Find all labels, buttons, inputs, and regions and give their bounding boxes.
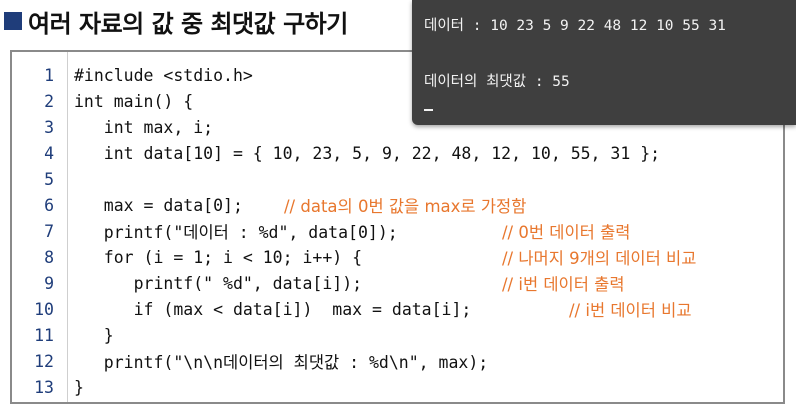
code-line-13: 13 }	[12, 374, 84, 400]
code-text: max = data[0];	[74, 195, 243, 215]
line-number: 8	[44, 247, 54, 267]
slide-title-text: 여러 자료의 값 중 최댓값 구하기	[28, 9, 348, 38]
code-text: printf("\n\n데이터의 최댓값 : %d\n", max);	[74, 353, 489, 372]
code-text: int main() {	[74, 91, 194, 111]
code-text: printf("데이터 : %d", data[0]);	[74, 223, 398, 242]
code-line-6: 6 max = data[0];	[12, 192, 243, 218]
line-number: 9	[44, 273, 54, 293]
line-number: 3	[44, 117, 54, 137]
code-comment: // 나머지 9개의 데이터 비교	[502, 249, 697, 268]
code-line-9: 9 printf(" %d", data[i]);	[12, 270, 362, 296]
code-line-12: 12 printf("\n\n데이터의 최댓값 : %d\n", max);	[12, 348, 488, 374]
code-text: for (i = 1; i < 10; i++) {	[74, 247, 363, 267]
code-line-1: 1 #include <stdio.h>	[12, 62, 253, 88]
console-output-line: 데이터의 최댓값 : 55	[424, 74, 570, 90]
line-number: 1	[44, 65, 54, 85]
code-line-8: 8 for (i = 1; i < 10; i++) {	[12, 244, 362, 270]
console-cursor	[424, 109, 433, 111]
code-line-2: 2 int main() {	[12, 88, 193, 114]
code-line-3: 3 int max, i;	[12, 114, 213, 140]
bullet-square-icon	[4, 12, 22, 30]
code-comment: // i번 데이터 비교	[569, 301, 692, 320]
code-comment: // 0번 데이터 출력	[502, 223, 631, 242]
line-number: 2	[44, 91, 54, 111]
code-line-10: 10 if (max < data[i]) max = data[i];	[12, 296, 471, 322]
code-text: #include <stdio.h>	[74, 65, 253, 85]
code-text: }	[74, 325, 114, 345]
code-text: int max, i;	[74, 117, 214, 137]
code-comment: // data의 0번 값을 max로 가정함	[284, 197, 527, 216]
code-text: int data[10] = { 10, 23, 5, 9, 22, 48, 1…	[74, 143, 661, 163]
slide-title: 여러 자료의 값 중 최댓값 구하기	[4, 4, 348, 38]
line-number: 10	[34, 299, 54, 319]
line-number: 5	[44, 169, 54, 189]
code-comment: // i번 데이터 출력	[502, 275, 625, 294]
code-text: }	[74, 377, 84, 397]
line-number: 7	[44, 221, 54, 241]
code-line-7: 7 printf("데이터 : %d", data[0]);	[12, 218, 398, 244]
code-line-5: 5	[12, 166, 74, 192]
code-line-11: 11 }	[12, 322, 114, 348]
code-text: printf(" %d", data[i]);	[74, 273, 363, 293]
line-number: 13	[34, 377, 54, 397]
console-output-line: 데이터 : 10 23 5 9 22 48 12 10 55 31	[424, 18, 726, 34]
line-number: 4	[44, 143, 54, 163]
code-line-4: 4 int data[10] = { 10, 23, 5, 9, 22, 48,…	[12, 140, 660, 166]
code-text: if (max < data[i]) max = data[i];	[74, 299, 472, 319]
line-number: 11	[34, 325, 54, 345]
line-number: 12	[34, 351, 54, 371]
line-number: 6	[44, 195, 54, 215]
console-output-window: 데이터 : 10 23 5 9 22 48 12 10 55 31 데이터의 최…	[412, 0, 796, 125]
